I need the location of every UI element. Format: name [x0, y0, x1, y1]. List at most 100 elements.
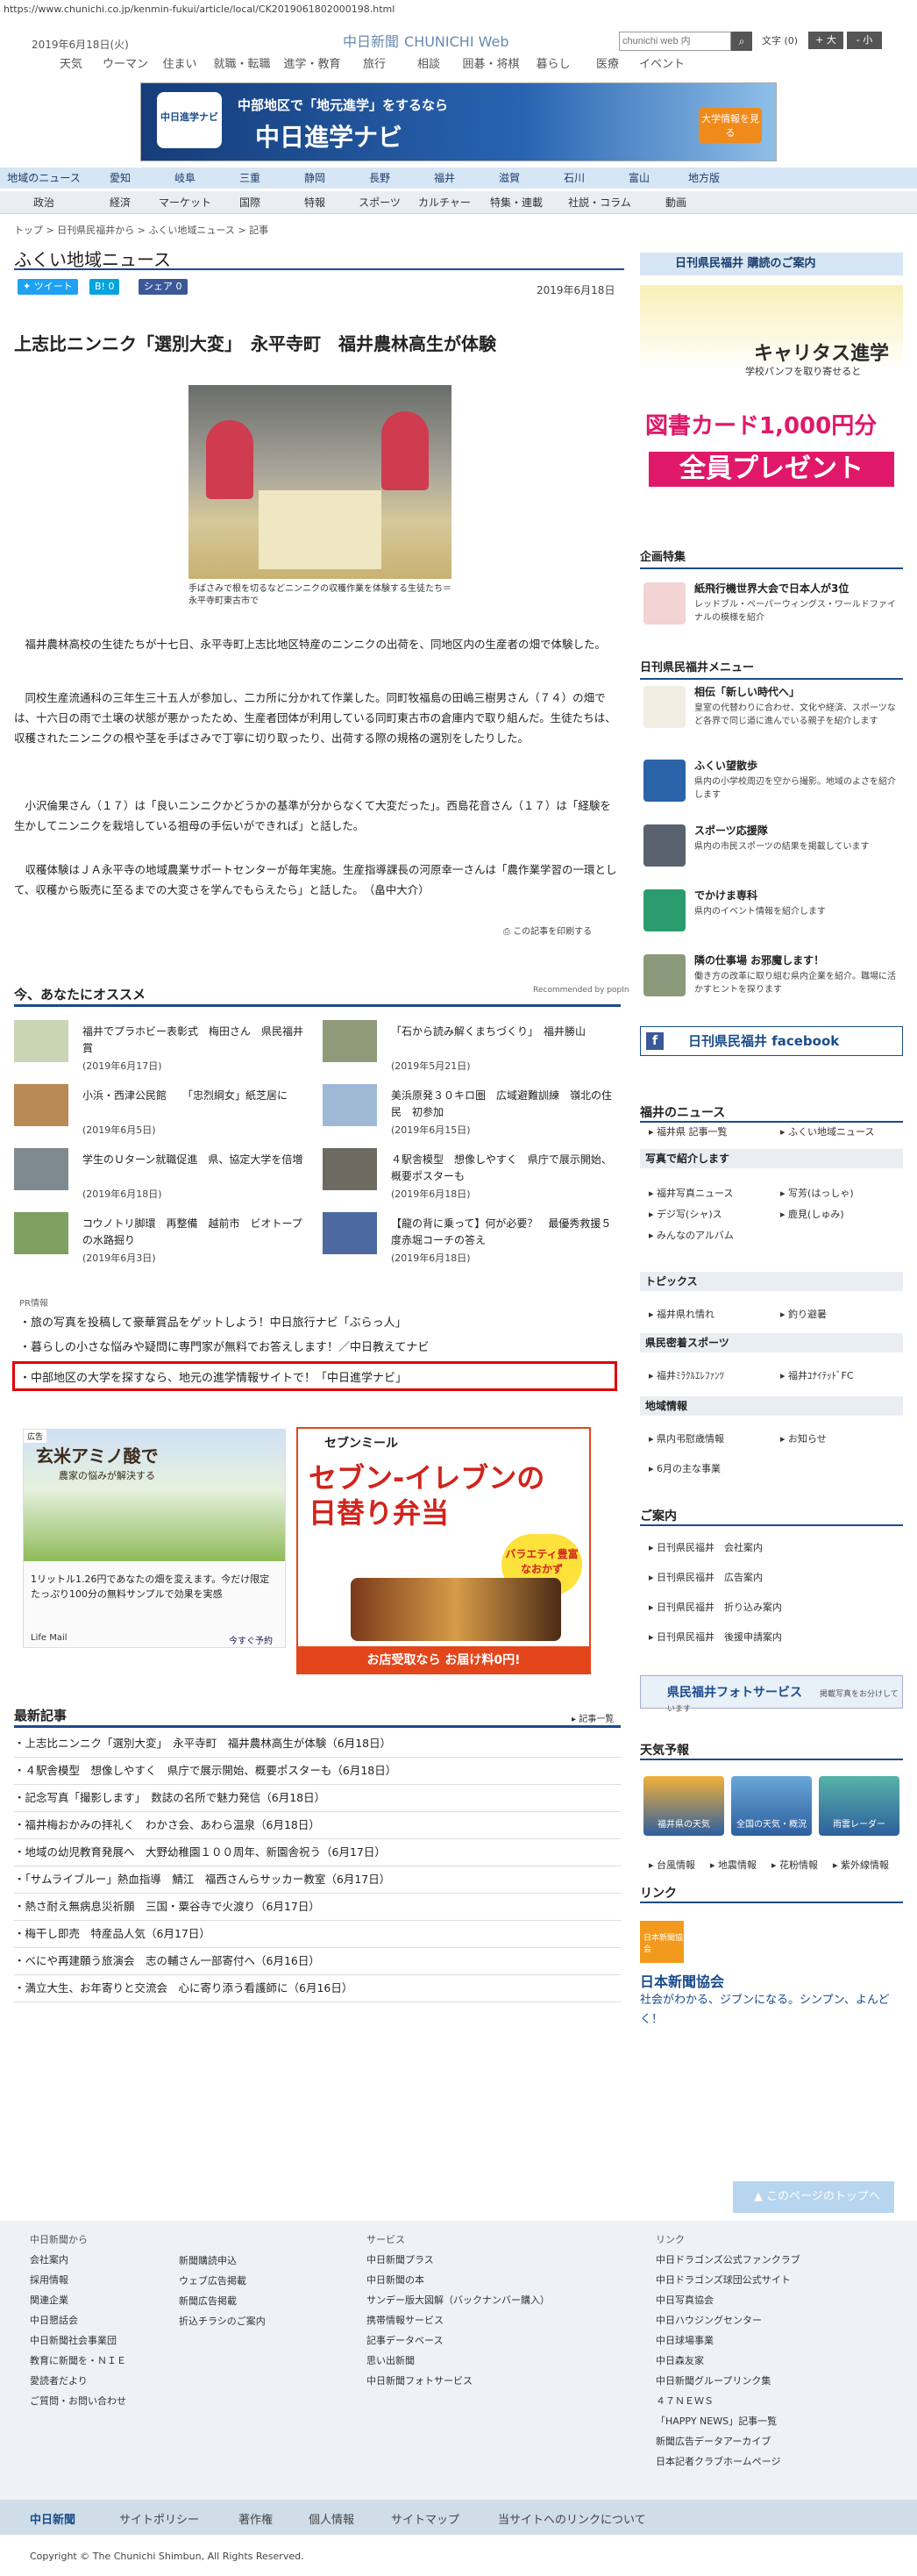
recommend-item[interactable]: 福井でプラホビー表彰式 梅田さん 県民福井賞 (2019年6月17日)	[14, 1020, 312, 1072]
article-photo[interactable]	[188, 385, 451, 579]
footer-link[interactable]: 中日懇話会	[30, 2310, 126, 2330]
footer-bar-link[interactable]: 著作権	[238, 2510, 273, 2527]
hatena-button[interactable]: B! 0	[89, 279, 120, 295]
region-nav-item[interactable]: 滋賀	[477, 168, 542, 189]
sidebar-link[interactable]: ▸ 紫外線情報	[833, 1858, 889, 1872]
sidebar-link[interactable]: ▸ 福井県 記事一覧	[649, 1124, 728, 1138]
recommend-item[interactable]: 美浜原発３０キロ圏 広域避難訓練 嶺北の住民 初参加 (2019年6月15日)	[323, 1084, 621, 1136]
top-nav-item[interactable]: ウーマン	[98, 54, 153, 77]
category-nav-item[interactable]: マーケット	[153, 191, 217, 213]
sidebar-link[interactable]: ▸ 日刊県民福井 折り込み案内	[649, 1600, 782, 1614]
sidebar-link[interactable]: ▸ お知らせ	[780, 1431, 827, 1445]
top-nav-item[interactable]: 相談	[402, 54, 456, 77]
menu-item[interactable]: スポーツ応援隊 県内の市民スポーツの結果を掲載しています	[640, 821, 903, 874]
footer-link[interactable]: 中日新聞フォトサービス	[366, 2371, 550, 2391]
site-logo[interactable]: 中日新聞 CHUNICHI Web	[338, 30, 509, 52]
footer-bar-link[interactable]: 当サイトへのリンクについて	[498, 2510, 646, 2527]
recommend-item[interactable]: ４駅舎模型 想像しやすく 県庁で展示開始、概要ポスターも (2019年6月18日)	[323, 1148, 621, 1200]
category-nav-item[interactable]: 政治	[0, 191, 88, 213]
latest-item[interactable]: ・上志比ニンニク「選別大変」 永平寺町 福井農林高生が体験（6月18日）	[14, 1730, 621, 1758]
menu-item[interactable]: ふくい望散歩 県内の小学校周辺を空から撮影。地域のよさを紹介します	[640, 756, 903, 809]
footer-link[interactable]: 中日ドラゴンズ公式ファンクラブ	[656, 2250, 800, 2270]
region-nav-item[interactable]: 静岡	[282, 168, 347, 189]
tweet-button[interactable]: ✦ ツイート	[18, 279, 78, 295]
page-top-button[interactable]: ▲ このページのトップへ	[733, 2181, 894, 2213]
jnpa-name[interactable]: 日本新聞協会	[640, 1970, 724, 1991]
footer-link[interactable]: 中日球場事業	[656, 2330, 800, 2351]
footer-link[interactable]: 中日新聞の本	[366, 2270, 550, 2290]
search-button[interactable]: ⌕	[731, 32, 752, 51]
latest-item[interactable]: ・福井梅おかみの拝礼く わかさ会、あわら温泉（6月18日）	[14, 1812, 621, 1839]
footer-link[interactable]: 記事データベース	[366, 2330, 550, 2351]
category-nav-item[interactable]: 社説・コラム	[556, 191, 643, 213]
top-nav-item[interactable]: 旅行	[347, 54, 402, 77]
footer-link[interactable]: 中日新聞社会事業団	[30, 2330, 126, 2351]
recommend-item[interactable]: 「石から読み解くまちづくり」 福井勝山 (2019年5月21日)	[323, 1020, 621, 1072]
weather-fukui-button[interactable]: 福井県の天気	[643, 1776, 724, 1836]
sidebar-link[interactable]: ▸ 福井写真ニュース	[649, 1186, 733, 1200]
ad-seven-meal[interactable]: セブンミール セブン-イレブンの日替り弁当 バラエティ豊富なおかず お店受取なら…	[296, 1427, 591, 1674]
rain-radar-button[interactable]: 雨雲レーダー	[819, 1776, 899, 1836]
top-nav-item[interactable]: イベント	[635, 54, 689, 77]
category-nav-item[interactable]: 特集・連載	[477, 191, 556, 213]
top-nav-item[interactable]: 住まい	[153, 54, 207, 77]
recommend-item[interactable]: コウノトリ脚環 再整備 越前市 ビオトープの水路掘り (2019年6月3日)	[14, 1212, 312, 1264]
sidebar-link[interactable]: ▸ みんなのアルバム	[649, 1228, 734, 1242]
category-nav-item[interactable]: カルチャー	[412, 191, 477, 213]
photo-service-banner[interactable]: 県民福井フォトサービス 掲載写真をお分けしています	[640, 1675, 903, 1714]
pr-link[interactable]: ・旅の写真を投稿して豪華賞品をゲットしよう！中日旅行ナビ「ぶらっ人」	[19, 1313, 407, 1330]
top-nav-item[interactable]: 進学・教育	[277, 54, 347, 77]
region-nav-item[interactable]: 岐阜	[153, 168, 217, 189]
ad-cta[interactable]: 今すぐ予約	[229, 1633, 273, 1646]
latest-item[interactable]: ・べにや再建願う旅演会 志の輔さん一部寄付へ（6月16日）	[14, 1948, 621, 1975]
menu-item[interactable]: でかけま専科 県内のイベント情報を紹介します	[640, 886, 903, 938]
region-nav-item[interactable]: 地方版	[672, 168, 736, 189]
footer-link[interactable]: 中日新聞グループリンク集	[656, 2371, 800, 2391]
footer-link[interactable]: 新聞広告掲載	[179, 2291, 266, 2311]
category-nav-item[interactable]: 動画	[643, 191, 708, 213]
footer-bar-link[interactable]: 個人情報	[309, 2510, 354, 2527]
footer-link[interactable]: 関連企業	[30, 2290, 126, 2310]
facebook-share-button[interactable]: シェア 0	[139, 279, 188, 295]
latest-item[interactable]: ・４駅舎模型 想像しやすく 県庁で展示開始、概要ポスターも（6月18日）	[14, 1758, 621, 1785]
facebook-link[interactable]: f 日刊県民福井 facebook	[640, 1026, 903, 1056]
category-nav-item[interactable]: 国際	[217, 191, 282, 213]
breadcrumb[interactable]: トップ > 日刊県民福井から > ふくい地域ニュース > 記事	[14, 223, 268, 237]
recommend-item[interactable]: 小浜・西津公民館 「忠烈綱女」紙芝居に (2019年6月5日)	[14, 1084, 312, 1136]
menu-item[interactable]: 相伝「新しい時代へ」 皇室の代替わりに合わせ、文化や経済、スポーツなど各界で同じ道…	[640, 682, 903, 735]
footer-link[interactable]: 「HAPPY NEWS」記事一覧	[656, 2411, 800, 2431]
sidebar-link[interactable]: ▸ 鹿見(しゅみ)	[780, 1207, 844, 1221]
latest-item[interactable]: ・地域の幼児教育発展へ 大野幼稚園１００周年、新園舎祝う（6月17日）	[14, 1839, 621, 1866]
footer-link[interactable]: 中日写真協会	[656, 2290, 800, 2310]
footer-link[interactable]: ご質問・お問い合わせ	[30, 2391, 126, 2411]
top-nav-item[interactable]: 就職・転職	[207, 54, 277, 77]
pr-link[interactable]: ・暮らしの小さな悩みや疑問に専門家が無料でお答えします！／中日教えてナビ	[19, 1338, 429, 1354]
sidebar-link[interactable]: ▸ デジ写(シャ)ス	[649, 1207, 722, 1221]
sidebar-link[interactable]: ▸ 福井県れ情れ	[649, 1307, 714, 1321]
recommend-item[interactable]: 【龍の背に乗って】何が必要？ 最優秀救援５度赤堀コーチの答え (2019年6月18…	[323, 1212, 621, 1264]
latest-item[interactable]: ・記念写真「撮影します」 数誌の名所で魅力発信（6月18日）	[14, 1785, 621, 1812]
footer-link[interactable]: 採用情報	[30, 2270, 126, 2290]
footer-link[interactable]: 愛読者だより	[30, 2371, 126, 2391]
footer-link[interactable]: 携帯情報サービス	[366, 2310, 550, 2330]
footer-link[interactable]: 会社案内	[30, 2250, 126, 2270]
footer-link[interactable]: 教育に新聞を・ＮＩＥ	[30, 2351, 126, 2371]
sidebar-link[interactable]: ▸ 写芳(はっしゃ)	[780, 1186, 854, 1200]
footer-link[interactable]: 中日新聞プラス	[366, 2250, 550, 2270]
region-nav-item[interactable]: 富山	[607, 168, 672, 189]
region-nav-item[interactable]: 愛知	[88, 168, 153, 189]
footer-link[interactable]: 中日森友家	[656, 2351, 800, 2371]
region-nav-item[interactable]: 石川	[542, 168, 607, 189]
sidebar-link[interactable]: ▸ 花粉情報	[771, 1858, 818, 1872]
ad-lifemail[interactable]: 玄米アミノ酸で 農家の悩みが解決する 広告 1リットル1.26円であなたの畑を変…	[23, 1429, 286, 1648]
sidebar-link[interactable]: ▸ 釣り避暑	[780, 1307, 827, 1321]
latest-item[interactable]: ・満立大生、お年寄りと交流会 心に寄り添う看護師に（6月16日）	[14, 1975, 621, 2002]
sidebar-link[interactable]: ▸ 福井ﾐﾗｸﾙｴﾚﾌｧﾝﾂ	[649, 1368, 724, 1382]
footer-link[interactable]: 折込チラシのご案内	[179, 2311, 266, 2331]
print-link[interactable]: ⎙ この記事を印刷する	[503, 924, 592, 937]
sidebar-link[interactable]: ▸ 日刊県民福井 後援申請案内	[649, 1630, 782, 1644]
category-nav-item[interactable]: 経済	[88, 191, 153, 213]
footer-link[interactable]: ４７ＮＥＷＳ	[656, 2391, 800, 2411]
footer-bar-link[interactable]: サイトポリシー	[119, 2510, 199, 2527]
font-large-button[interactable]: + 大	[808, 32, 843, 49]
